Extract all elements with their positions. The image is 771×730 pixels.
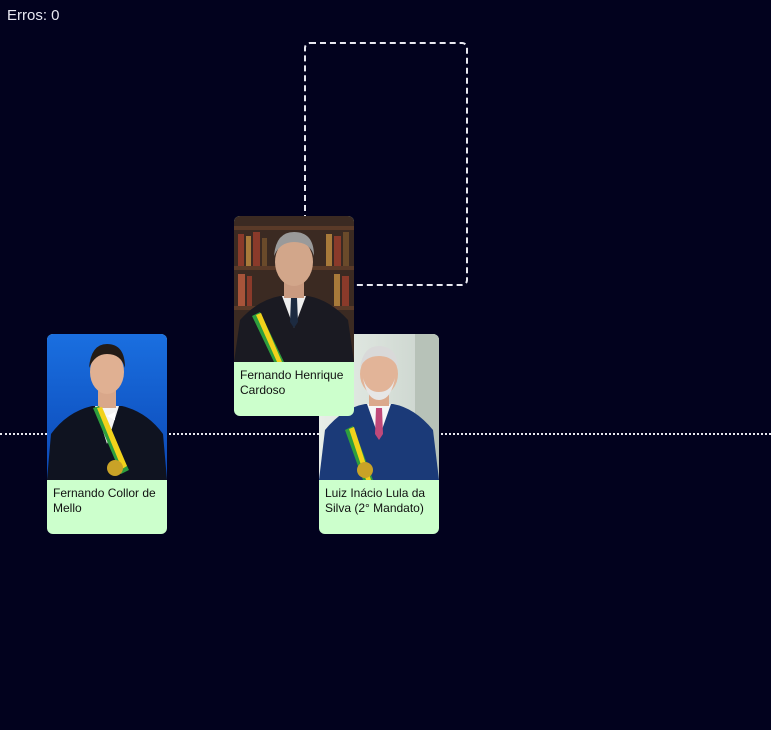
portrait-fhc-icon bbox=[234, 216, 354, 362]
portrait-collor-icon bbox=[47, 334, 167, 480]
timeline-card-collor[interactable]: Fernando Collor de Mello bbox=[47, 334, 167, 534]
game-stage: Erros: 0 Fernando Collor de Mello Luiz I… bbox=[0, 0, 771, 730]
timeline-card-fhc[interactable]: Fernando Henrique Cardoso bbox=[234, 216, 354, 416]
error-counter: Erros: 0 bbox=[7, 7, 60, 24]
card-name: Fernando Collor de Mello bbox=[53, 486, 156, 515]
card-name: Fernando Henrique Cardoso bbox=[240, 368, 344, 397]
card-name: Luiz Inácio Lula da Silva (2° Mandato) bbox=[325, 486, 426, 515]
